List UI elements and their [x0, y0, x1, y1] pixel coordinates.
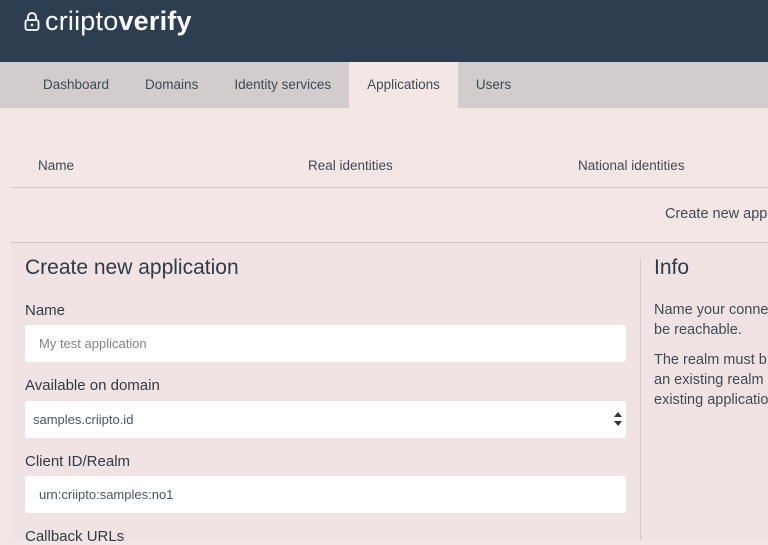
info-paragraph-1-line-2: be reachable. [654, 322, 742, 338]
logo-word-criipto: criipto [45, 5, 119, 36]
create-new-application-link[interactable]: Create new app [665, 206, 767, 222]
top-header-bar: criipto verify [0, 0, 768, 62]
info-paragraph-1: Name your conne be reachable. [654, 300, 768, 340]
domain-field-label: Available on domain [25, 377, 160, 394]
client-id-input[interactable] [25, 476, 626, 513]
tab-dashboard[interactable]: Dashboard [0, 62, 127, 108]
select-arrows-icon [614, 412, 622, 426]
column-header-national-identities[interactable]: National identities [578, 158, 685, 173]
lock-icon [24, 12, 40, 31]
tab-users[interactable]: Users [458, 62, 529, 108]
column-header-name[interactable]: Name [38, 158, 74, 173]
info-paragraph-1-line-1: Name your conne [654, 302, 768, 318]
column-header-real-identities[interactable]: Real identities [308, 158, 393, 173]
name-field-label: Name [25, 302, 66, 319]
tab-domains[interactable]: Domains [127, 62, 216, 108]
info-paragraph-2-line-1: The realm must b [654, 352, 767, 368]
client-id-field-label: Client ID/Realm [25, 453, 131, 470]
info-title: Info [654, 256, 690, 279]
panel-divider [640, 258, 641, 540]
criipto-verify-logo[interactable]: criipto verify [24, 4, 192, 38]
domain-select[interactable]: samples.criipto.id [25, 401, 626, 438]
tab-applications[interactable]: Applications [349, 62, 458, 108]
logo-word-verify: verify [118, 5, 192, 36]
domain-select-value: samples.criipto.id [33, 412, 134, 427]
info-paragraph-2-line-3: existing applicatio [654, 392, 768, 408]
form-title: Create new application [25, 256, 239, 279]
info-paragraph-2: The realm must b an existing realm exist… [654, 350, 768, 410]
main-nav: Dashboard Domains Identity services Appl… [0, 62, 768, 108]
info-paragraph-2-line-2: an existing realm [654, 372, 764, 388]
name-input[interactable] [25, 325, 626, 362]
applications-table-header: Name Real identities National identities [11, 145, 768, 188]
tab-identity-services[interactable]: Identity services [216, 62, 349, 108]
callback-urls-field-label: Callback URLs [25, 528, 125, 545]
